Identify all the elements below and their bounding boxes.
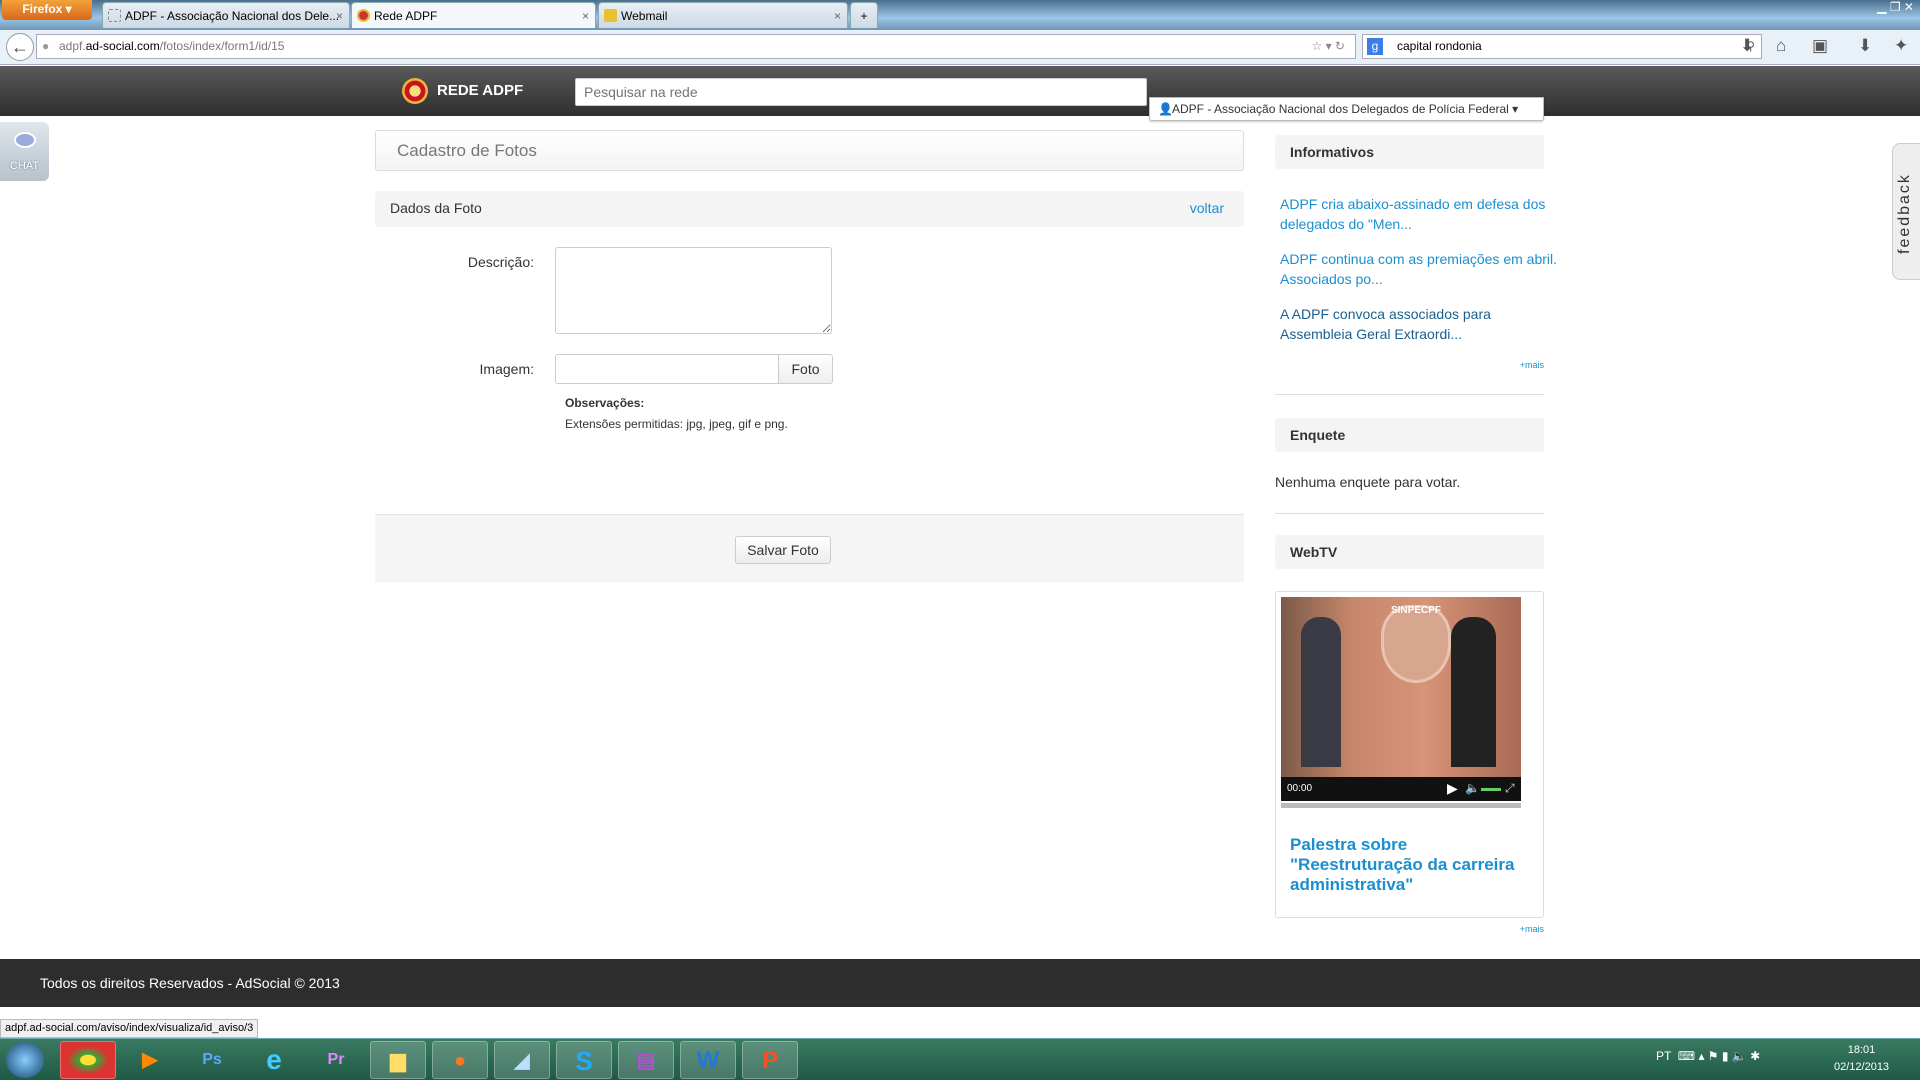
navigation-bar: ← ● adpf.ad-social.com/fotos/index/form1/… <box>0 30 1920 65</box>
notes-title: Observações: <box>565 396 645 410</box>
description-label: Descrição: <box>467 254 534 270</box>
news-link[interactable]: ADPF cria abaixo-assinado em defesa dos … <box>1280 194 1560 234</box>
enquete-header: Enquete <box>1275 418 1544 452</box>
save-photo-button[interactable]: Salvar Foto <box>735 536 831 564</box>
firefox-icon[interactable]: ● <box>432 1041 488 1079</box>
crown-icon <box>604 9 617 22</box>
taskbar: ▶ Ps e Pr ▆ ● ◢ S ▤ W P PT ⌨ ▴ ⚑ ▮ 🔈 ✱ 1… <box>0 1038 1920 1080</box>
feedback-tab[interactable]: feedback <box>1892 143 1920 280</box>
chrome-icon[interactable] <box>60 1041 116 1079</box>
premiere-icon[interactable]: Pr <box>308 1041 364 1079</box>
tab-webmail[interactable]: Webmail × <box>598 2 848 28</box>
notepad-icon[interactable]: ◢ <box>494 1041 550 1079</box>
close-tab-icon[interactable]: × <box>582 3 589 28</box>
video-time: 00:00 <box>1287 783 1313 794</box>
divider <box>1275 394 1544 395</box>
window-controls[interactable]: ▁ ❐ ✕ <box>1877 0 1914 14</box>
browser-tab-bar: Firefox ▾ ADPF - Associação Nacional dos… <box>0 0 1920 30</box>
image-file-input[interactable] <box>555 354 779 384</box>
home-icon[interactable]: ⌂ <box>1776 36 1786 56</box>
adpf-logo[interactable] <box>402 78 428 104</box>
poll-empty-text: Nenhuma enquete para votar. <box>1275 474 1461 490</box>
chat-bubble-icon <box>14 132 36 148</box>
video-title-link[interactable]: Palestra sobre "Reestruturação da carrei… <box>1290 835 1535 895</box>
winrar-icon[interactable]: ▤ <box>618 1041 674 1079</box>
more-videos-link[interactable]: +mais <box>1500 924 1544 934</box>
back-arrow-icon[interactable]: ← <box>6 33 34 61</box>
user-menu-dropdown[interactable]: 👤 ADPF - Associação Nacional dos Delegado… <box>1149 97 1544 121</box>
webtv-header: WebTV <box>1275 535 1544 569</box>
site-header: REDE ADPF <box>0 66 1920 116</box>
adpf-logo-icon <box>357 9 370 22</box>
photoshop-icon[interactable]: Ps <box>184 1041 240 1079</box>
powerpoint-icon[interactable]: P <box>742 1041 798 1079</box>
system-tray[interactable]: PT ⌨ ▴ ⚑ ▮ 🔈 ✱ <box>1656 1049 1760 1063</box>
search-engine-box[interactable]: g capital rondonia ⚲ <box>1362 34 1762 59</box>
media-player-icon[interactable]: ▶ <box>122 1041 178 1079</box>
addon-icon[interactable]: ▣ <box>1812 36 1828 56</box>
url-bar[interactable]: ● adpf.ad-social.com/fotos/index/form1/id… <box>36 34 1356 59</box>
news-link[interactable]: A ADPF convoca associados para Assemblei… <box>1280 304 1560 344</box>
user-icon: 👤 <box>1158 102 1173 116</box>
bookmark-star-icon[interactable]: ☆ ▾ ↻ <box>1311 35 1345 58</box>
news-link[interactable]: ADPF continua com as premiações em abril… <box>1280 249 1560 289</box>
extension-icon[interactable]: ✦ <box>1894 36 1908 56</box>
notes-text: Extensões permitidas: jpg, jpeg, gif e p… <box>565 417 788 431</box>
firefox-menu-button[interactable]: Firefox ▾ <box>2 0 92 20</box>
page-title: Cadastro de Fotos <box>375 130 1244 171</box>
play-icon[interactable]: ▶ <box>1447 780 1458 797</box>
more-news-link[interactable]: +mais <box>1500 360 1544 370</box>
video-progress-bar[interactable] <box>1281 803 1521 808</box>
volume-icon[interactable]: 🔈 <box>1465 781 1480 795</box>
fullscreen-icon[interactable]: ⤢ <box>1505 781 1515 796</box>
file-explorer-icon[interactable]: ▆ <box>370 1041 426 1079</box>
choose-photo-button[interactable]: Foto <box>778 354 833 384</box>
tab-rede-adpf[interactable]: Rede ADPF × <box>351 2 596 28</box>
word-icon[interactable]: W <box>680 1041 736 1079</box>
form-actions: Salvar Foto <box>375 514 1244 582</box>
close-tab-icon[interactable]: × <box>834 3 841 28</box>
webtv-card: SINPECPF 00:00 ▶ 🔈 ⤢ Palestra sobre "Ree… <box>1275 591 1544 918</box>
internet-explorer-icon[interactable]: e <box>246 1041 302 1079</box>
image-label: Imagem: <box>479 361 534 377</box>
informativos-header: Informativos <box>1275 135 1544 169</box>
volume-slider[interactable] <box>1481 788 1501 791</box>
start-button[interactable] <box>6 1042 44 1078</box>
save-icon[interactable]: ⬇ <box>1858 36 1872 56</box>
google-icon: g <box>1367 38 1383 55</box>
page-icon <box>108 9 121 22</box>
download-icon[interactable]: ⬇ <box>1740 36 1754 56</box>
tab-adpf[interactable]: ADPF - Associação Nacional dos Dele... × <box>102 2 350 28</box>
close-tab-icon[interactable]: × <box>336 3 343 28</box>
globe-icon: ● <box>42 39 50 53</box>
brand-name[interactable]: REDE ADPF <box>437 82 523 99</box>
video-controls: 00:00 ▶ 🔈 ⤢ <box>1281 777 1521 801</box>
back-link[interactable]: voltar <box>1190 200 1224 216</box>
network-search-input[interactable] <box>575 78 1147 106</box>
chat-widget[interactable]: CHAT <box>0 122 49 181</box>
new-tab-button[interactable]: + <box>850 2 878 28</box>
section-header: Dados da Foto voltar <box>375 191 1244 227</box>
clock[interactable]: 18:01 02/12/2013 <box>1834 1042 1889 1076</box>
description-textarea[interactable] <box>555 247 832 334</box>
footer: Todos os direitos Reservados - AdSocial … <box>0 959 1920 1007</box>
skype-icon[interactable]: S <box>556 1041 612 1079</box>
status-bar: adpf.ad-social.com/aviso/index/visualiza… <box>0 1019 259 1038</box>
section-title: Dados da Foto <box>390 200 482 216</box>
divider <box>1275 513 1544 514</box>
